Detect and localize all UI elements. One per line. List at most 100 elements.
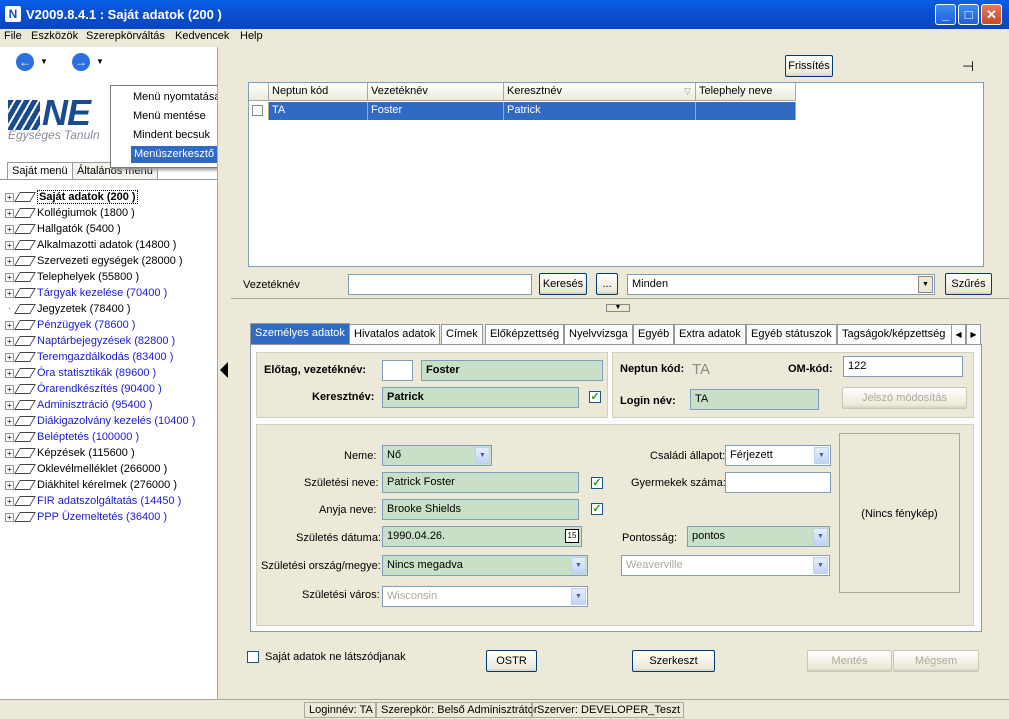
back-dropdown-icon[interactable]: ▼ [40,57,48,66]
menu-item-save[interactable]: Menü mentése [133,108,206,125]
minimize-button[interactable]: _ [935,4,956,25]
menu-help[interactable]: Help [240,30,263,42]
splitter-arrow-down-icon[interactable]: ▼ [606,304,630,312]
tree-item[interactable]: + Pénzügyek (78600 ) [5,319,135,335]
tree-item[interactable]: + Teremgazdálkodás (83400 ) [5,351,173,367]
menu-eszkozok[interactable]: Eszközök [31,30,78,42]
ellipsis-button[interactable]: ... [596,273,618,295]
save-button[interactable]: Mentés [807,650,892,672]
tab-sajat-menu[interactable]: Saját menü [7,162,73,179]
firstname-input[interactable]: Patrick [382,387,579,408]
menu-szerepkorvaltas[interactable]: Szerepkörváltás [86,30,165,42]
expand-plus-icon[interactable]: + [5,448,14,458]
tree-item[interactable]: + Telephelyek (55800 ) [5,271,139,287]
tree-item[interactable]: + PPP Üzemeltetés (36400 ) [5,511,167,527]
expand-plus-icon[interactable]: + [5,336,14,346]
accuracy-select[interactable]: pontos ▼ [687,526,830,547]
expand-plus-icon[interactable]: + [5,272,14,282]
ostr-button[interactable]: OSTR [486,650,537,672]
expand-plus-icon[interactable]: + [5,320,14,330]
tree-item[interactable]: + Diákigazolvány kezelés (10400 ) [5,415,195,431]
tree-item[interactable]: + Saját adatok (200 ) [5,190,138,207]
refresh-button[interactable]: Frissítés [785,55,833,77]
menu-file[interactable]: File [4,30,22,42]
password-change-button[interactable]: Jelszó módosítás [842,387,967,409]
birthname-checkbox[interactable]: ✓ [591,477,603,489]
forward-dropdown-icon[interactable]: ▼ [96,57,104,66]
tab-egyeb-statuszok[interactable]: Egyéb státuszok [746,324,837,344]
filter-button[interactable]: Szűrés [945,273,992,295]
birthcity-select[interactable]: Wisconsin ▼ [382,586,588,607]
grid-header-neptun[interactable]: Neptun kód [269,83,368,101]
expand-plus-icon[interactable]: + [5,368,14,378]
row-selector[interactable] [249,102,269,120]
tree-item[interactable]: + Diákhitel kérelmek (276000 ) [5,479,177,495]
tree-item[interactable]: + Oklevélmelléklet (266000 ) [5,463,167,479]
grid-header-surname[interactable]: Vezetéknév [368,83,504,101]
tree-item[interactable]: + Órarendkészítés (90400 ) [5,383,162,399]
city-select[interactable]: Weaverville ▼ [621,555,830,576]
search-input[interactable] [348,274,532,295]
expand-plus-icon[interactable]: + [5,432,14,442]
expand-plus-icon[interactable]: + [5,208,14,218]
chevron-down-icon[interactable]: ▼ [475,447,490,464]
tab-egyeb[interactable]: Egyéb [633,324,675,344]
gender-select[interactable]: Nő ▼ [382,445,492,466]
tab-elokepzettseg[interactable]: Előképzettség [485,324,565,344]
expand-plus-icon[interactable]: + [5,416,14,426]
expand-plus-icon[interactable]: + [5,288,14,298]
mother-input[interactable]: Brooke Shields [382,499,579,520]
tree-item[interactable]: + Alkalmazotti adatok (14800 ) [5,239,176,255]
tree-item[interactable]: + Képzések (115600 ) [5,447,135,463]
chevron-down-icon[interactable]: ▼ [813,557,828,574]
edit-button[interactable]: Szerkeszt [632,650,715,672]
om-input[interactable]: 122 [843,356,963,377]
cancel-button[interactable]: Mégsem [893,650,979,672]
pin-icon[interactable]: ⊣ [962,58,974,75]
login-input[interactable]: TA [690,389,819,410]
expand-plus-icon[interactable]: + [5,192,14,202]
grid-header-firstname[interactable]: Keresztnév ▽ [504,83,696,101]
expand-plus-icon[interactable]: + [5,256,14,266]
menu-item-print[interactable]: Menü nyomtatása [133,89,220,106]
prefix-input[interactable] [382,360,413,381]
menu-item-collapse-all[interactable]: Mindent becsuk [133,127,210,144]
expand-plus-icon[interactable]: + [5,496,14,506]
birthcountry-select[interactable]: Nincs megadva ▼ [382,555,588,576]
chevron-down-icon[interactable]: ▼ [813,528,828,545]
birthdate-input[interactable]: 1990.04.26. 15 [382,526,582,547]
chevron-down-icon[interactable]: ▼ [571,557,586,574]
close-button[interactable]: ✕ [981,4,1002,25]
tree-item[interactable]: + Beléptetés (100000 ) [5,431,139,447]
collapse-left-arrow-icon[interactable] [220,362,228,378]
tab-extra-adatok[interactable]: Extra adatok [674,324,746,344]
tree-item[interactable]: + Kollégiumok (1800 ) [5,207,135,223]
tab-szemelyes-adatok[interactable]: Személyes adatok [250,323,350,345]
expand-plus-icon[interactable]: + [5,480,14,490]
grid-header-site[interactable]: Telephely neve [696,83,796,101]
mother-checkbox[interactable]: ✓ [591,503,603,515]
back-arrow-icon[interactable]: ← [16,53,34,71]
tab-nyelvvizsga[interactable]: Nyelvvizsga [564,324,633,344]
row-checkbox[interactable] [252,105,263,116]
marital-select[interactable]: Férjezett ▼ [725,445,831,466]
forward-arrow-icon[interactable]: → [72,53,90,71]
chevron-down-icon[interactable]: ▼ [571,588,586,605]
menu-kedvencek[interactable]: Kedvencek [175,30,229,42]
children-input[interactable] [725,472,831,493]
chevron-down-icon[interactable]: ▼ [814,447,829,464]
tab-tagsagok[interactable]: Tagságok/képzettség [837,324,953,344]
tree-item[interactable]: + Hallgatók (5400 ) [5,223,121,239]
maximize-button[interactable]: □ [958,4,979,25]
tab-cimek[interactable]: Címek [441,324,483,344]
tree-item[interactable]: + Szervezeti egységek (28000 ) [5,255,183,271]
grid-cell[interactable] [696,102,796,120]
expand-plus-icon[interactable]: + [5,240,14,250]
tab-scroll-left-icon[interactable]: ◀ [951,324,966,344]
calendar-icon[interactable]: 15 [565,529,579,543]
tree-item[interactable]: + Tárgyak kezelése (70400 ) [5,287,167,303]
search-button[interactable]: Keresés [539,273,587,295]
firstname-checkbox[interactable]: ✓ [589,391,601,403]
tree-item[interactable]: · Jegyzetek (78400 ) [5,303,130,319]
expand-plus-icon[interactable]: + [5,352,14,362]
